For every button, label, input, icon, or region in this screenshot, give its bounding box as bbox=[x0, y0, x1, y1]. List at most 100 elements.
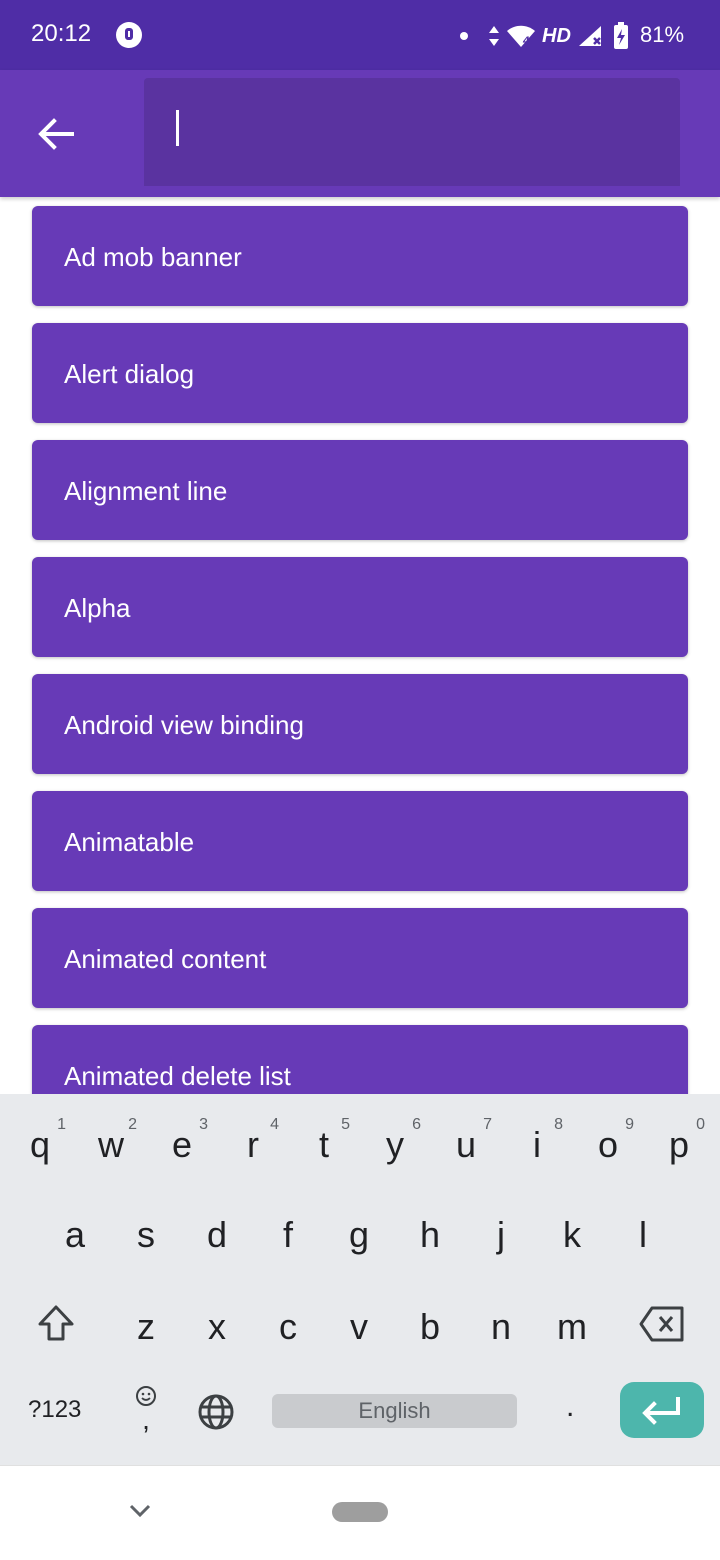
key-label: s bbox=[137, 1214, 155, 1255]
key-j[interactable]: j bbox=[471, 1192, 531, 1272]
key-e[interactable]: e3 bbox=[152, 1102, 212, 1182]
list-item-label: Animated delete list bbox=[64, 1061, 291, 1091]
key-s[interactable]: s bbox=[116, 1192, 176, 1272]
key-label: k bbox=[563, 1214, 581, 1255]
key-hint: 6 bbox=[412, 1116, 421, 1133]
key-o[interactable]: o9 bbox=[578, 1102, 638, 1182]
key-c[interactable]: c bbox=[258, 1284, 318, 1364]
key-hint: 3 bbox=[199, 1116, 208, 1133]
key-hint: 1 bbox=[57, 1116, 66, 1133]
key-label: z bbox=[137, 1306, 155, 1347]
period-key[interactable]: . bbox=[566, 1390, 574, 1424]
symbols-key[interactable]: ?123 bbox=[28, 1396, 81, 1424]
language-key[interactable] bbox=[190, 1390, 242, 1434]
component-list: Ad mob banner Alert dialog Alignment lin… bbox=[0, 197, 720, 1094]
key-label: m bbox=[557, 1306, 587, 1347]
key-label: d bbox=[206, 1214, 228, 1255]
status-bar: 20:12 4 HD 81% bbox=[0, 0, 720, 70]
key-g[interactable]: g bbox=[329, 1192, 389, 1272]
key-hint: 9 bbox=[625, 1116, 634, 1133]
key-label: a bbox=[64, 1214, 86, 1255]
key-h[interactable]: h bbox=[400, 1192, 460, 1272]
key-hint: 4 bbox=[270, 1116, 279, 1133]
soft-keyboard: q1 w2 e3 r4 t5 y6 u7 i8 o9 p0 a s d f g … bbox=[0, 1094, 720, 1465]
enter-key[interactable] bbox=[620, 1382, 704, 1438]
key-r[interactable]: r4 bbox=[223, 1102, 283, 1182]
key-x[interactable]: x bbox=[187, 1284, 247, 1364]
arrow-left-icon bbox=[38, 118, 74, 150]
key-d[interactable]: d bbox=[187, 1192, 247, 1272]
backspace-icon bbox=[639, 1306, 684, 1342]
key-label: g bbox=[348, 1214, 370, 1255]
space-bar[interactable]: English bbox=[272, 1394, 517, 1428]
top-app-bar bbox=[0, 70, 720, 197]
key-w[interactable]: w2 bbox=[81, 1102, 141, 1182]
key-a[interactable]: a bbox=[45, 1192, 105, 1272]
key-hint: 5 bbox=[341, 1116, 350, 1133]
search-input[interactable] bbox=[174, 108, 668, 154]
key-hint: 0 bbox=[696, 1116, 705, 1133]
list-item[interactable]: Animated delete list bbox=[32, 1025, 688, 1094]
key-label: n bbox=[490, 1306, 512, 1347]
screen: 20:12 4 HD 81% Ad mob banner Alert dialo… bbox=[0, 0, 720, 1560]
data-arrows-icon bbox=[489, 26, 499, 46]
key-p[interactable]: p0 bbox=[649, 1102, 709, 1182]
shift-icon bbox=[38, 1305, 74, 1341]
key-label: f bbox=[282, 1214, 293, 1255]
wifi-icon: 4 bbox=[507, 25, 535, 47]
list-item-label: Ad mob banner bbox=[64, 242, 242, 272]
list-item[interactable]: Ad mob banner bbox=[32, 206, 688, 306]
key-k[interactable]: k bbox=[542, 1192, 602, 1272]
key-q[interactable]: q1 bbox=[10, 1102, 70, 1182]
back-button[interactable] bbox=[30, 108, 82, 160]
key-label: b bbox=[419, 1306, 441, 1347]
battery-charging-icon bbox=[613, 22, 628, 49]
list-item[interactable]: Alert dialog bbox=[32, 323, 688, 423]
enter-icon bbox=[642, 1397, 680, 1425]
key-label: c bbox=[279, 1306, 297, 1347]
network-type-label: HD bbox=[542, 24, 571, 47]
wifi-badge: 4 bbox=[522, 35, 529, 47]
list-item-label: Android view binding bbox=[64, 710, 304, 740]
system-nav-bar bbox=[0, 1465, 720, 1560]
key-z[interactable]: z bbox=[116, 1284, 176, 1364]
key-v[interactable]: v bbox=[329, 1284, 389, 1364]
key-label: l bbox=[639, 1214, 647, 1255]
key-y[interactable]: y6 bbox=[365, 1102, 425, 1182]
key-label: h bbox=[419, 1214, 441, 1255]
app-notification-icon bbox=[116, 22, 142, 48]
list-item[interactable]: Animatable bbox=[32, 791, 688, 891]
list-item-label: Animated content bbox=[64, 944, 267, 974]
key-u[interactable]: u7 bbox=[436, 1102, 496, 1182]
comma-label: , bbox=[142, 1404, 150, 1435]
notification-dot-icon bbox=[460, 32, 468, 40]
list-item-label: Alert dialog bbox=[64, 359, 195, 389]
key-hint: 7 bbox=[483, 1116, 492, 1133]
list-item[interactable]: Alpha bbox=[32, 557, 688, 657]
list-item[interactable]: Android view binding bbox=[32, 674, 688, 774]
key-hint: 8 bbox=[554, 1116, 563, 1133]
key-b[interactable]: b bbox=[400, 1284, 460, 1364]
status-time: 20:12 bbox=[31, 20, 92, 47]
emoji-key[interactable]: , bbox=[116, 1378, 176, 1438]
key-n[interactable]: n bbox=[471, 1284, 531, 1364]
key-label: x bbox=[208, 1306, 226, 1347]
shift-key[interactable] bbox=[26, 1284, 86, 1364]
signal-icon bbox=[578, 26, 601, 46]
status-icons: 4 HD bbox=[488, 22, 631, 50]
key-m[interactable]: m bbox=[542, 1284, 602, 1364]
backspace-key[interactable] bbox=[630, 1284, 694, 1364]
key-label: v bbox=[350, 1306, 368, 1347]
chevron-down-icon[interactable] bbox=[126, 1500, 154, 1520]
list-item[interactable]: Animated content bbox=[32, 908, 688, 1008]
home-handle[interactable] bbox=[332, 1502, 388, 1522]
list-item[interactable]: Alignment line bbox=[32, 440, 688, 540]
key-l[interactable]: l bbox=[613, 1192, 673, 1272]
key-label: j bbox=[497, 1214, 505, 1255]
key-i[interactable]: i8 bbox=[507, 1102, 567, 1182]
list-item-label: Alpha bbox=[64, 593, 131, 623]
key-f[interactable]: f bbox=[258, 1192, 318, 1272]
globe-icon bbox=[198, 1394, 234, 1430]
search-field[interactable] bbox=[144, 78, 680, 186]
key-t[interactable]: t5 bbox=[294, 1102, 354, 1182]
